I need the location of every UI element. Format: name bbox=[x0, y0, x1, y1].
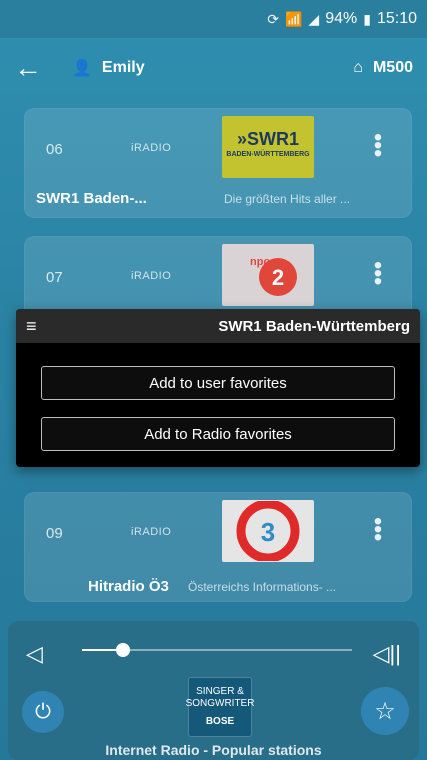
sync-icon: ⟳ bbox=[267, 10, 279, 27]
station-logo: 2 npo bbox=[222, 244, 314, 306]
oe3-logo: 3 bbox=[236, 501, 300, 561]
user-selector[interactable]: 👤 Emily bbox=[72, 58, 145, 78]
station-source: iRADIO bbox=[131, 270, 172, 282]
device-selector[interactable]: ⌂ M500 bbox=[353, 59, 413, 77]
station-name: Hitradio Ö3 bbox=[88, 578, 169, 595]
station-number: 06 bbox=[46, 141, 63, 158]
svg-text:3: 3 bbox=[261, 517, 275, 547]
speaker-icon: ⌂ bbox=[353, 59, 363, 76]
wifi-icon: 📶 bbox=[284, 10, 303, 27]
svg-text:npo: npo bbox=[250, 256, 270, 268]
dialog-title: SWR1 Baden-Württemberg bbox=[218, 317, 410, 335]
player-panel: ◁ ◁|| ⏻ SINGER & SONGWRITER BOSE ☆ Inter… bbox=[8, 621, 419, 760]
battery-percent: 94% bbox=[325, 10, 358, 27]
device-name: M500 bbox=[372, 59, 413, 76]
back-arrow-icon[interactable]: ← bbox=[14, 52, 54, 84]
station-card[interactable]: 06 iRADIO »SWR1 BADEN-WÜRTTEMBERG • • • SWR… bbox=[24, 108, 412, 218]
status-bar: ⟳ 📶 ◢ 94% ▮ 15:10 bbox=[0, 0, 427, 38]
station-card[interactable]: 09 iRADIO 3 • • • Hitradio Ö3 Österreichs … bbox=[24, 492, 412, 602]
dialog-header: ≡ SWR1 Baden-Württemberg bbox=[16, 309, 420, 343]
station-number: 07 bbox=[46, 269, 63, 286]
now-playing-logo-text: SINGER & SONGWRITER bbox=[185, 686, 255, 709]
npo-radio2-logo: 2 npo bbox=[250, 256, 297, 296]
more-options-icon[interactable]: • • • bbox=[370, 510, 386, 550]
add-to-radio-favorites-button[interactable]: Add to Radio favorites bbox=[41, 417, 395, 451]
user-name: Emily bbox=[101, 59, 145, 76]
more-options-icon[interactable]: • • • bbox=[370, 126, 386, 166]
station-logo: 3 bbox=[222, 500, 314, 562]
clock: 15:10 bbox=[376, 10, 417, 27]
station-logo: »SWR1 BADEN-WÜRTTEMBERG bbox=[222, 116, 314, 178]
station-options-dialog: ≡ SWR1 Baden-Württemberg Add to user fav… bbox=[16, 309, 420, 467]
more-options-icon[interactable]: • • • bbox=[370, 254, 386, 294]
volume-knob[interactable] bbox=[116, 643, 130, 657]
volume-slider[interactable] bbox=[82, 643, 352, 657]
power-icon[interactable]: ⏻ bbox=[22, 691, 64, 733]
station-number: 09 bbox=[46, 525, 63, 542]
now-playing-label: Internet Radio - Popular stations bbox=[105, 742, 322, 758]
station-source: iRADIO bbox=[131, 142, 172, 154]
station-source: iRADIO bbox=[131, 526, 172, 538]
volume-high-icon[interactable]: ◁|| bbox=[373, 641, 401, 667]
user-icon: 👤 bbox=[72, 60, 92, 77]
volume-low-icon[interactable]: ◁ bbox=[26, 641, 43, 667]
favorites-star-icon[interactable]: ☆ bbox=[361, 687, 409, 735]
app-bar: ← 👤 Emily ⌂ M500 bbox=[0, 38, 427, 98]
add-to-user-favorites-button[interactable]: Add to user favorites bbox=[41, 366, 395, 400]
hamburger-icon[interactable]: ≡ bbox=[26, 316, 37, 337]
svg-text:2: 2 bbox=[272, 265, 284, 290]
station-description: Die größten Hits aller ... bbox=[224, 192, 351, 206]
brand-label: BOSE bbox=[205, 716, 235, 727]
station-name: SWR1 Baden-... bbox=[36, 190, 147, 207]
signal-icon: ◢ bbox=[308, 10, 320, 27]
battery-icon: ▮ bbox=[363, 10, 371, 27]
now-playing-logo: SINGER & SONGWRITER BOSE bbox=[185, 677, 255, 737]
station-description: Österreichs Informations- ... bbox=[188, 580, 337, 594]
